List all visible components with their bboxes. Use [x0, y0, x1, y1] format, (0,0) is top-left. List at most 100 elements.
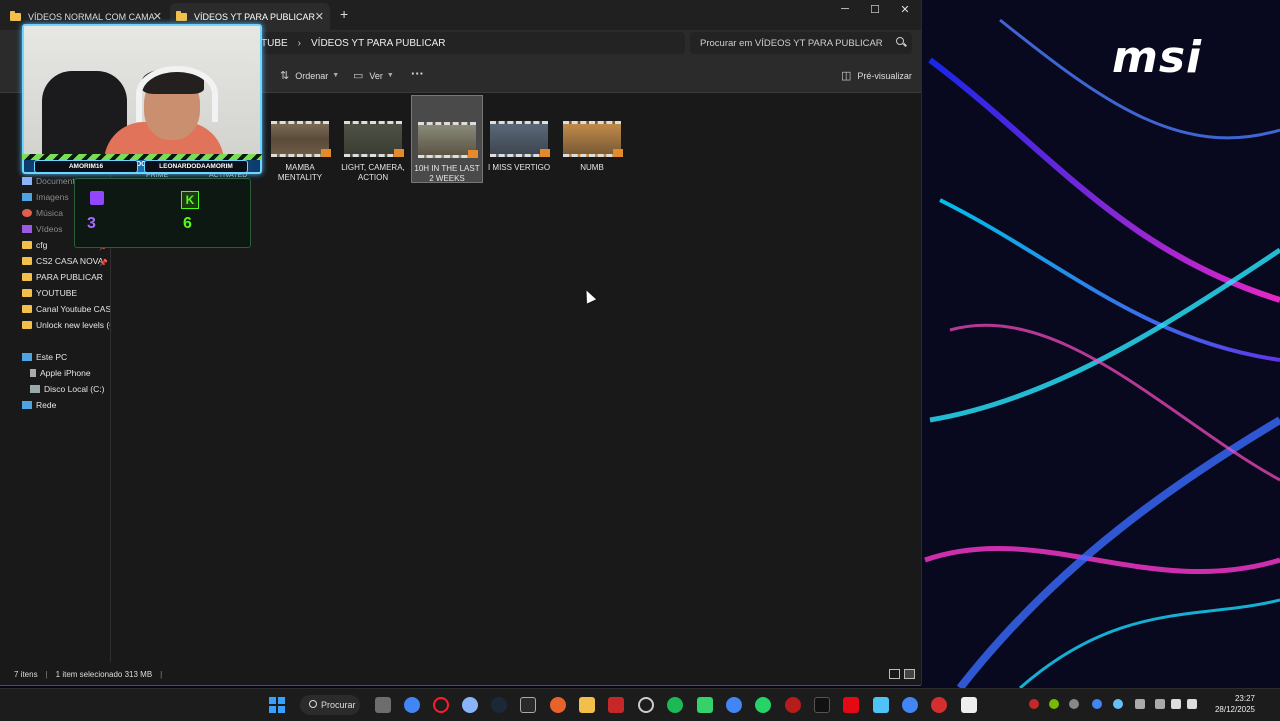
app-icon[interactable] [697, 697, 713, 713]
file-item[interactable]: LIGHT, CAMERA, ACTION [338, 95, 408, 182]
file-item[interactable]: NUMB [557, 95, 627, 181]
whatsapp-icon[interactable] [755, 697, 771, 713]
taskbar-search[interactable]: Procurar [300, 695, 360, 715]
file-name: NUMB [580, 163, 604, 172]
view-icon: ▭ [353, 70, 364, 82]
folder-icon [22, 273, 32, 281]
breadcrumb-parent[interactable]: TUBE [261, 38, 288, 49]
blender-icon[interactable] [550, 697, 566, 713]
youtube-handle: AMORIM16 [34, 160, 138, 173]
instagram-handle: LEONARDODAAMORIM [144, 160, 248, 173]
nav-item-rede[interactable]: Rede [22, 398, 110, 412]
capcut-icon[interactable] [961, 697, 977, 713]
tray-app-icon[interactable] [1029, 699, 1039, 709]
maximize-button[interactable]: ☐ [864, 3, 886, 16]
phone-icon [30, 369, 36, 377]
pictures-icon [22, 193, 32, 201]
sort-button[interactable]: ⇅ Ordenar ▼ [280, 69, 339, 82]
search-input[interactable]: Procurar em VÍDEOS YT PARA PUBLICAR [690, 32, 912, 54]
status-bar: 7 itens | 1 item selecionado 313 MB | [0, 666, 921, 684]
nav-label: Música [36, 208, 63, 218]
notepad-icon[interactable] [873, 697, 889, 713]
nav-item-disco-local[interactable]: Disco Local (C:) [30, 382, 118, 396]
file-name: MAMBA MENTALITY [277, 163, 323, 182]
social-bar: AMORIM16 LEONARDODAAMORIM [34, 160, 248, 174]
tab-label: VÍDEOS YT PARA PUBLICAR [194, 11, 316, 22]
search-placeholder: Procurar em VÍDEOS YT PARA PUBLICAR [700, 37, 883, 49]
new-tab-button[interactable]: + [340, 6, 348, 22]
epic-games-icon[interactable] [520, 697, 536, 713]
nav-item-este-pc[interactable]: Este PC [22, 350, 110, 364]
minimize-button[interactable]: ─ [834, 3, 856, 15]
file-explorer-icon[interactable] [579, 697, 595, 713]
file-item-selected[interactable]: 10H IN THE LAST 2 WEEKS [411, 95, 483, 183]
nav-item-apple-iphone[interactable]: Apple iPhone [30, 366, 118, 380]
volume-icon[interactable] [1171, 699, 1181, 709]
chrome-icon[interactable] [404, 697, 420, 713]
chevron-down-icon: ▼ [386, 72, 394, 79]
taskbar: Procurar 23:27 28/12/2025 [0, 688, 1280, 721]
chevron-down-icon: ▼ [332, 72, 340, 79]
spotify-icon[interactable] [667, 697, 683, 713]
details-view-button[interactable] [889, 669, 900, 679]
system-clock[interactable]: 23:27 28/12/2025 [1205, 693, 1255, 715]
app-icon[interactable] [608, 697, 624, 713]
breadcrumb-current[interactable]: VÍDEOS YT PARA PUBLICAR [311, 38, 446, 49]
folder-icon [10, 10, 21, 21]
obs-icon[interactable] [638, 697, 654, 713]
pc-icon [22, 353, 32, 361]
clock-time: 23:27 [1234, 694, 1255, 703]
clock-date: 28/12/2025 [1214, 705, 1255, 714]
app-icon[interactable] [785, 697, 801, 713]
nav-label: CS2 CASA NOVA [36, 256, 104, 266]
nav-item-para-publicar[interactable]: PARA PUBLICAR [22, 270, 110, 284]
nav-label: Disco Local (C:) [44, 384, 105, 394]
address-bar[interactable]: TUBE › VÍDEOS YT PARA PUBLICAR [255, 32, 685, 54]
tab-close-icon[interactable]: ✕ [315, 10, 324, 23]
task-view-icon[interactable] [375, 697, 391, 713]
microphone-icon[interactable] [1135, 699, 1145, 709]
steam-tray-icon[interactable] [1113, 699, 1123, 709]
view-button[interactable]: ▭ Ver ▼ [353, 69, 394, 82]
settings-gear-icon[interactable] [462, 697, 478, 713]
drive-icon [30, 385, 40, 393]
tray-app-icon[interactable] [1155, 699, 1165, 709]
stream-stats-panel: 3 K 6 [74, 178, 251, 248]
network-icon[interactable] [1187, 699, 1197, 709]
search-icon [896, 37, 904, 45]
tray-app-icon[interactable] [1069, 699, 1079, 709]
headset [136, 66, 218, 122]
start-button[interactable] [269, 697, 285, 713]
nav-label: Canal Youtube CASA [36, 304, 110, 314]
nav-item-canal-youtube[interactable]: Canal Youtube CASA [22, 302, 110, 316]
more-options-button[interactable]: ··· [411, 66, 424, 81]
search-icon [309, 700, 317, 708]
tiktok-icon[interactable] [814, 697, 830, 713]
nav-item-youtube[interactable]: YOUTUBE [22, 286, 110, 300]
netflix-icon[interactable] [843, 697, 859, 713]
opera-icon[interactable] [433, 697, 449, 713]
nvidia-icon[interactable] [1049, 699, 1059, 709]
chrome-icon[interactable] [902, 697, 918, 713]
taskbar-search-label: Procurar [321, 700, 356, 710]
kick-count: 6 [183, 215, 192, 232]
music-icon [22, 209, 32, 217]
vlc-icon [540, 149, 550, 157]
network-icon [22, 401, 32, 409]
preview-label: Pré-visualizar [857, 70, 912, 81]
chrome-icon[interactable] [726, 697, 742, 713]
folder-icon [22, 289, 32, 297]
nav-item-cs2-casa-nova[interactable]: CS2 CASA NOVA [22, 254, 110, 268]
chrome-tray-icon[interactable] [1092, 699, 1102, 709]
tab-close-icon[interactable]: ✕ [153, 10, 162, 23]
video-thumbnail [418, 122, 478, 158]
app-icon[interactable] [931, 697, 947, 713]
steam-icon[interactable] [491, 697, 507, 713]
close-window-button[interactable]: ✕ [894, 3, 916, 16]
nav-item-unlock-new-levels[interactable]: Unlock new levels (C [22, 318, 110, 332]
preview-pane-button[interactable]: ◫ Pré-visualizar [841, 69, 912, 82]
file-item[interactable]: MAMBA MENTALITY [265, 95, 335, 182]
file-item[interactable]: I MISS VERTIGO [484, 95, 554, 181]
large-icons-view-button[interactable] [904, 669, 915, 679]
pin-icon: 📌 [99, 260, 108, 267]
